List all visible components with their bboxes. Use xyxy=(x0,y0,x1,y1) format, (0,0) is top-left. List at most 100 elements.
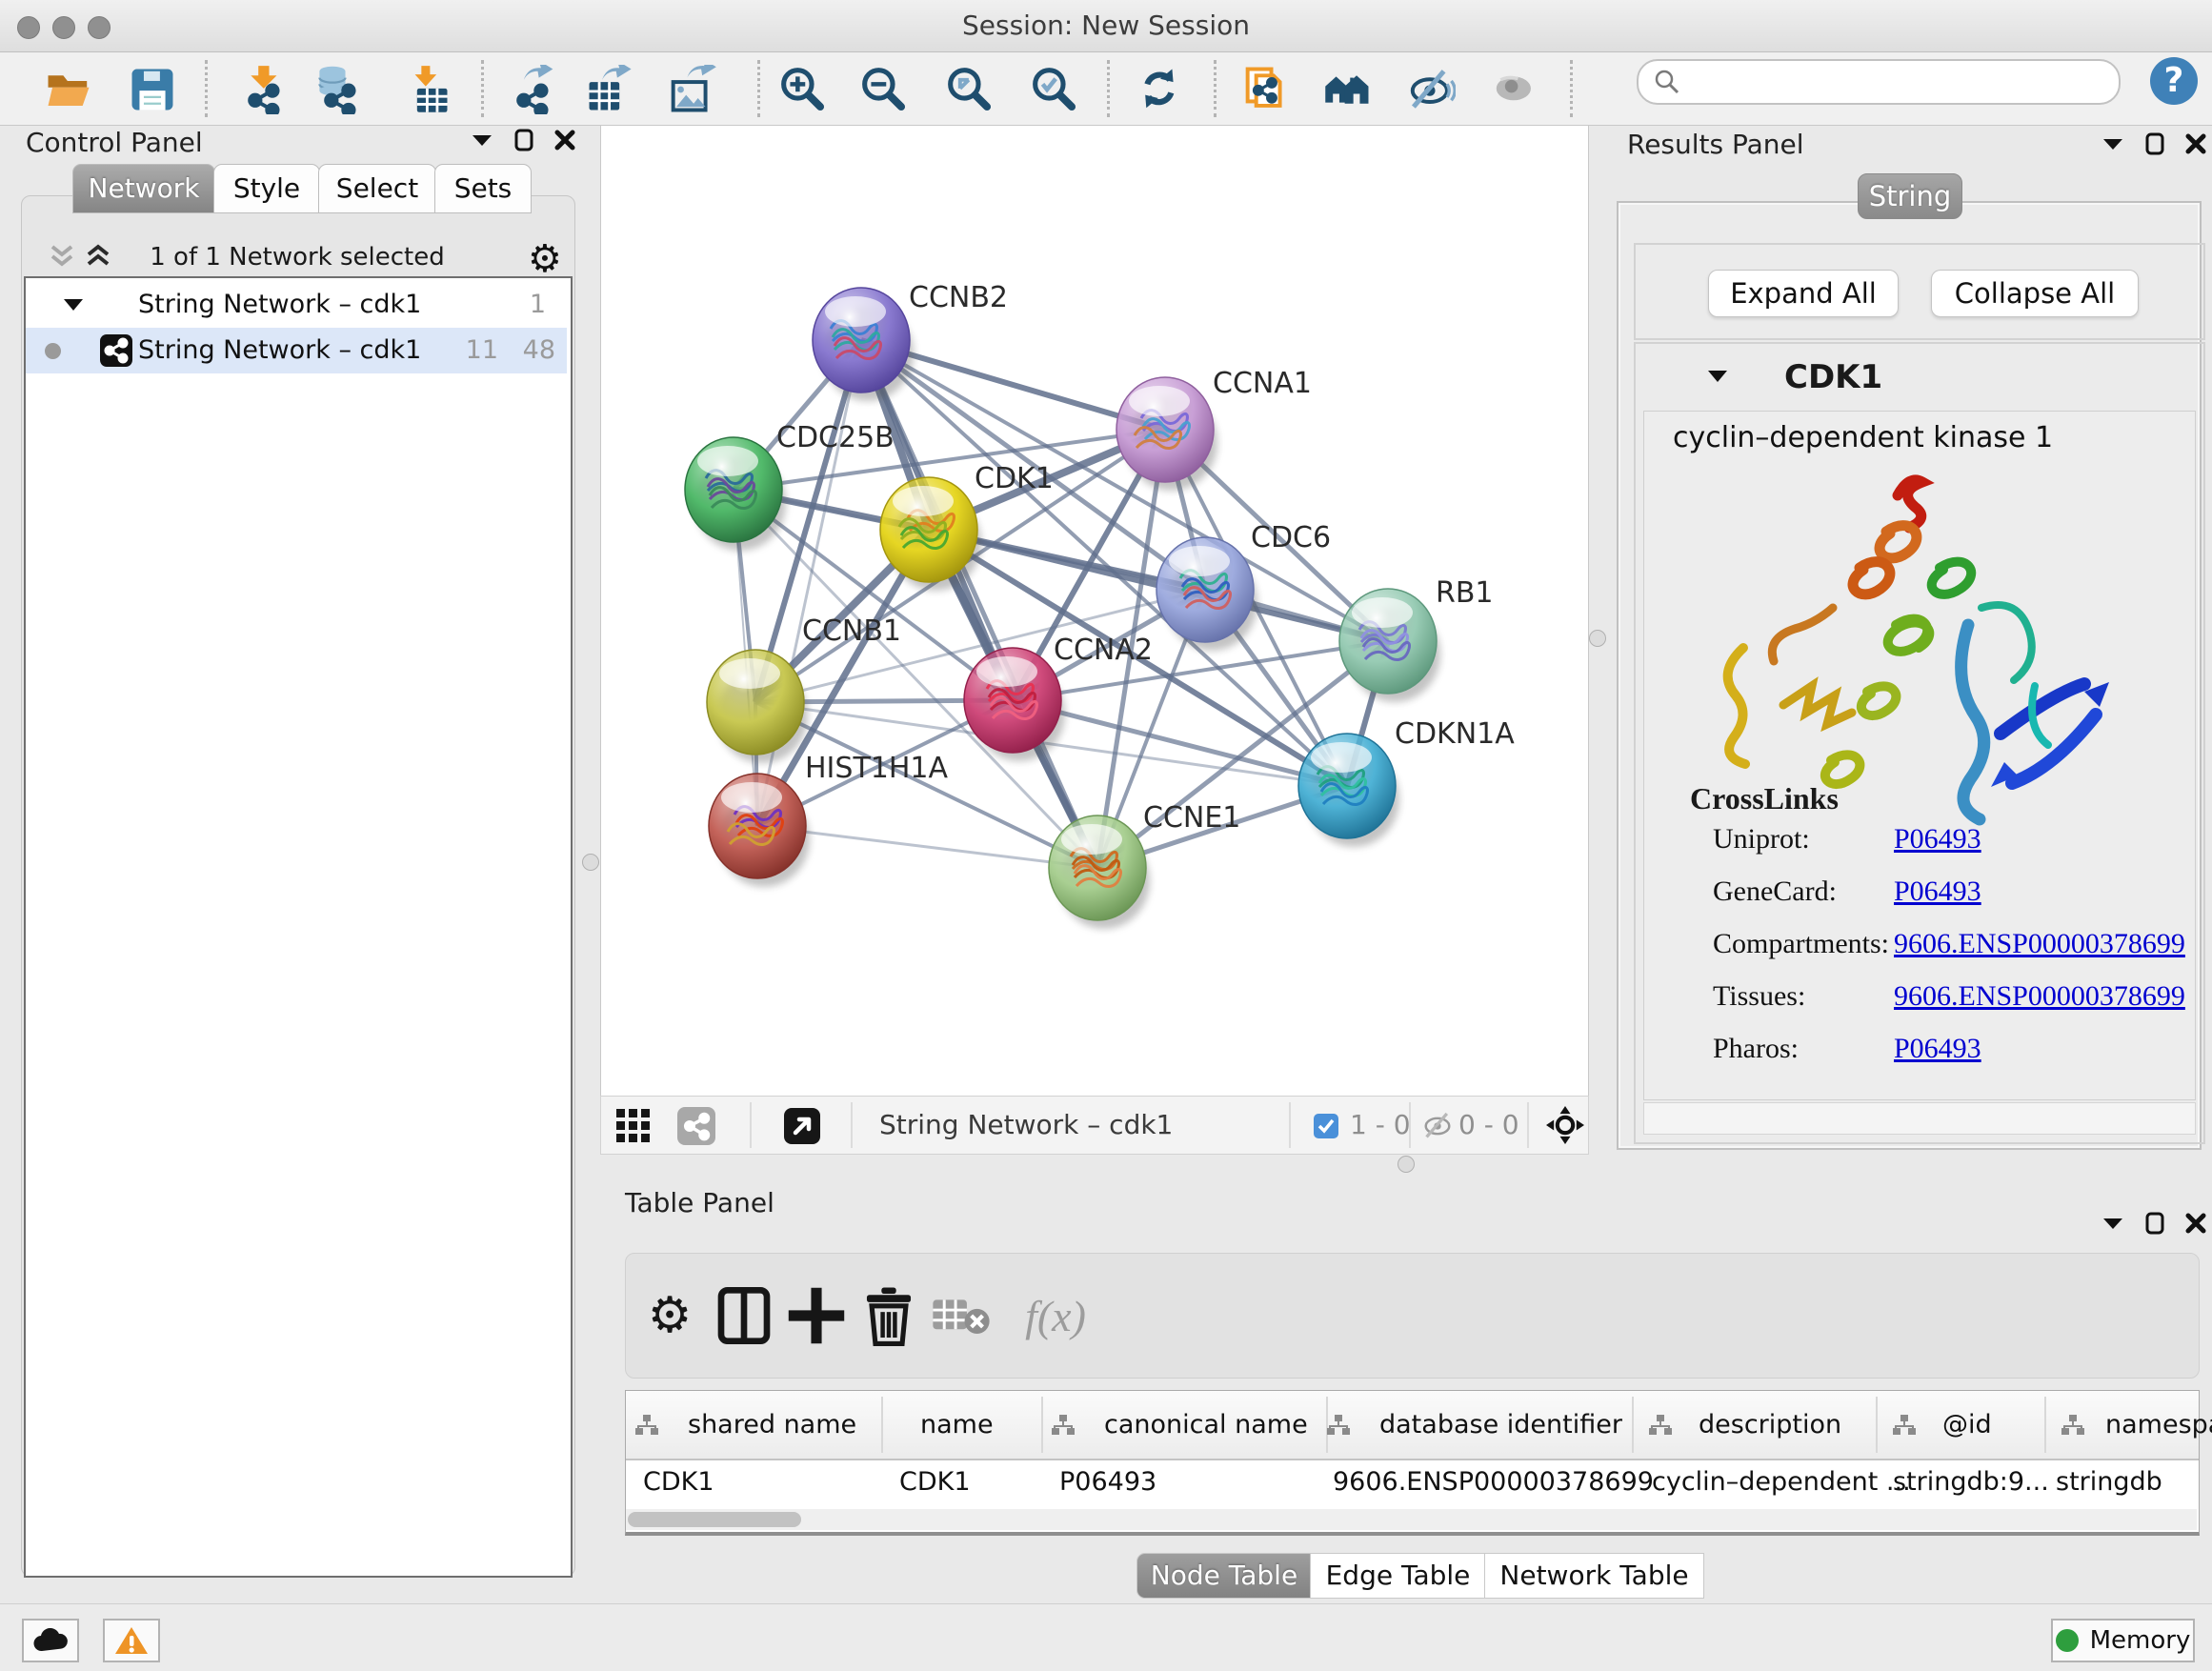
column-divider[interactable] xyxy=(2044,1397,2046,1453)
network-node-CCNA1[interactable]: CCNA1 xyxy=(1116,367,1312,491)
column-header-namespace[interactable]: namespace xyxy=(2105,1391,2212,1459)
network-node-RB1[interactable]: RB1 xyxy=(1339,576,1494,702)
crosslink-link[interactable]: P06493 xyxy=(1894,1033,1981,1065)
birds-eye-view-icon[interactable] xyxy=(616,1109,651,1143)
export-network-icon[interactable] xyxy=(506,62,561,117)
table-settings-gear-icon[interactable]: ⚙ xyxy=(639,1285,700,1346)
open-in-new-window-icon[interactable] xyxy=(784,1108,820,1144)
column-header-name[interactable]: name xyxy=(920,1391,994,1459)
zoom-fit-icon[interactable] xyxy=(942,62,997,117)
tab-string[interactable]: String xyxy=(1858,173,1962,219)
column-header-canonical-name[interactable]: canonical name xyxy=(1104,1391,1308,1459)
column-header-shared-name[interactable]: shared name xyxy=(688,1391,856,1459)
fit-selected-crosshair-icon[interactable] xyxy=(1546,1106,1584,1144)
delete-column-trash-icon[interactable] xyxy=(858,1285,919,1346)
warnings-button[interactable] xyxy=(103,1619,160,1662)
bottom-splitter-handle[interactable] xyxy=(1398,1156,1415,1173)
crosslink-link[interactable]: P06493 xyxy=(1894,876,1981,908)
selected-nodes-checkbox[interactable] xyxy=(1314,1114,1338,1138)
zoom-in-icon[interactable] xyxy=(775,62,831,117)
network-node-CDK1[interactable]: CDK1 xyxy=(880,462,1054,591)
search-box[interactable] xyxy=(1637,59,2121,105)
collapse-table-icon[interactable] xyxy=(2101,1216,2124,1231)
zoom-out-icon[interactable] xyxy=(856,62,912,117)
results-scrollbar[interactable] xyxy=(1643,1102,2196,1135)
float-results-icon[interactable] xyxy=(2145,132,2164,155)
crosslink-link[interactable]: P06493 xyxy=(1894,823,1981,856)
table-cell[interactable]: stringdb:9... xyxy=(1893,1459,2049,1506)
tab-select[interactable]: Select xyxy=(318,164,436,213)
node-table[interactable]: shared name name canonical name database id… xyxy=(625,1390,2200,1536)
network-row-selected[interactable]: String Network – cdk1 11 48 xyxy=(26,328,567,373)
export-table-icon[interactable] xyxy=(582,62,637,117)
first-neighbors-icon[interactable] xyxy=(1239,62,1295,117)
left-splitter-handle[interactable] xyxy=(582,854,599,871)
protein-name: CDK1 xyxy=(1784,344,1882,411)
memory-button[interactable]: Memory xyxy=(2051,1619,2195,1662)
crosslink-link[interactable]: 9606.ENSP00000378699 xyxy=(1894,980,2185,1013)
float-table-icon[interactable] xyxy=(2145,1212,2164,1235)
node-label-CDC6: CDC6 xyxy=(1251,521,1331,554)
column-divider[interactable] xyxy=(881,1397,883,1453)
tab-edge-table[interactable]: Edge Table xyxy=(1310,1553,1486,1599)
tab-sets[interactable]: Sets xyxy=(434,164,532,213)
collapse-panel-icon[interactable] xyxy=(471,132,493,148)
network-node-CCNE1[interactable]: CCNE1 xyxy=(1049,801,1240,929)
import-table-icon[interactable] xyxy=(399,62,454,117)
cloud-status-button[interactable] xyxy=(22,1619,79,1662)
search-input[interactable] xyxy=(1688,65,2101,99)
column-divider[interactable] xyxy=(1632,1397,1634,1453)
network-node-CDC6[interactable]: CDC6 xyxy=(1156,521,1331,651)
column-divider[interactable] xyxy=(1041,1397,1043,1453)
show-hidden-icon[interactable] xyxy=(1487,62,1542,117)
table-scrollbar-thumb[interactable] xyxy=(628,1512,801,1527)
network-collection-row[interactable]: String Network – cdk1 1 xyxy=(26,282,567,328)
tab-node-table[interactable]: Node Table xyxy=(1136,1553,1312,1599)
right-splitter-handle[interactable] xyxy=(1589,630,1606,647)
tab-style[interactable]: Style xyxy=(213,164,320,213)
protein-entry-header[interactable]: CDK1 xyxy=(1636,344,2203,411)
close-results-icon[interactable] xyxy=(2185,133,2206,154)
tab-network-table[interactable]: Network Table xyxy=(1484,1553,1704,1599)
table-cell[interactable]: CDK1 xyxy=(899,1459,971,1506)
hide-selected-icon[interactable] xyxy=(1403,62,1458,117)
tree-expander-icon[interactable] xyxy=(62,297,85,312)
import-network-icon[interactable] xyxy=(237,62,292,117)
show-columns-icon[interactable] xyxy=(714,1285,774,1346)
table-horizontal-scrollbar[interactable] xyxy=(626,1509,2197,1530)
network-view-canvas[interactable]: CCNB2 CCNA1 CDC25B CDK1 CDC6 RB1 CCNB1 xyxy=(600,125,1589,1097)
tab-network[interactable]: Network xyxy=(72,164,215,213)
entry-expander-icon[interactable] xyxy=(1706,369,1729,384)
table-cell[interactable]: 9606.ENSP00000378699 xyxy=(1333,1459,1654,1506)
close-table-icon[interactable] xyxy=(2185,1213,2206,1234)
network-node-CDKN1A[interactable]: CDKN1A xyxy=(1298,717,1515,847)
float-panel-icon[interactable] xyxy=(514,129,533,151)
export-image-icon[interactable] xyxy=(665,62,720,117)
help-button[interactable]: ? xyxy=(2150,57,2198,105)
collapse-results-icon[interactable] xyxy=(2101,136,2124,151)
network-options-gear-icon[interactable]: ⚙ xyxy=(528,237,562,281)
close-panel-icon[interactable] xyxy=(554,130,575,151)
collapse-all-button[interactable]: Collapse All xyxy=(1931,270,2139,317)
column-header-database-identifier[interactable]: database identifier xyxy=(1379,1391,1622,1459)
column-header--id[interactable]: @id xyxy=(1942,1391,1992,1459)
save-session-icon[interactable] xyxy=(125,62,180,117)
add-column-icon[interactable] xyxy=(786,1285,847,1346)
open-session-icon[interactable] xyxy=(41,62,96,117)
expand-all-button[interactable]: Expand All xyxy=(1708,270,1899,317)
zoom-selected-icon[interactable] xyxy=(1027,62,1082,117)
refresh-icon[interactable] xyxy=(1133,62,1188,117)
column-divider[interactable] xyxy=(1876,1397,1878,1453)
import-network-database-icon[interactable] xyxy=(313,62,369,117)
table-cell[interactable]: CDK1 xyxy=(643,1459,714,1506)
crosslink-link[interactable]: 9606.ENSP00000378699 xyxy=(1894,928,2185,960)
network-column-icon xyxy=(1893,1414,1916,1437)
table-cell[interactable]: P06493 xyxy=(1059,1459,1156,1506)
network-node-HIST1H1A[interactable]: HIST1H1A xyxy=(709,752,949,887)
table-cell[interactable]: stringdb xyxy=(2056,1459,2162,1506)
column-header-description[interactable]: description xyxy=(1699,1391,1841,1459)
table-cell[interactable]: cyclin–dependent ... xyxy=(1652,1459,1911,1506)
network-badge-icon[interactable] xyxy=(677,1107,715,1145)
double-house-icon[interactable] xyxy=(1320,62,1376,117)
toolbar-separator xyxy=(481,60,484,117)
